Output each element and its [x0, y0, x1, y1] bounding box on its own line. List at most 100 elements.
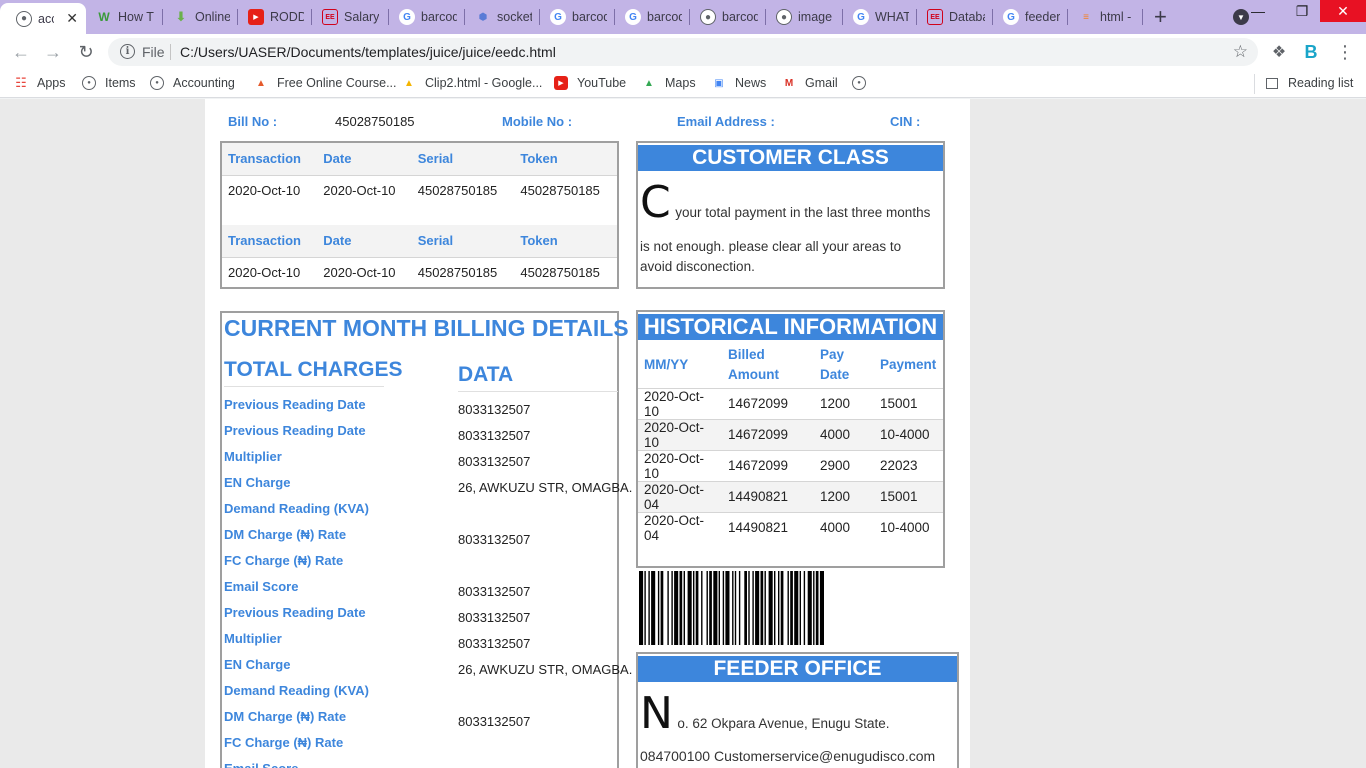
tab-title: barcod: [421, 10, 457, 24]
tab-title: socket: [497, 10, 532, 24]
table-cell: 2020-Oct-10: [222, 256, 318, 287]
browser-tab[interactable]: Gbarcod: [615, 4, 690, 30]
barcode-bar: [755, 571, 760, 645]
globe-icon: ●: [776, 9, 792, 25]
billing-row-value: 8033132507: [458, 714, 531, 729]
barcode-bar: [738, 571, 741, 645]
window-close-icon[interactable]: ✕: [1320, 0, 1366, 22]
bill-no-label: Bill No :: [228, 114, 278, 129]
barcode-bar: [725, 571, 730, 645]
customer-class-box: CUSTOMER CLASS C your total payment in t…: [636, 141, 945, 289]
gmail-icon: M: [784, 77, 794, 89]
eedc-icon: EE: [927, 9, 943, 25]
bookmark-label: Free Online Course...: [277, 76, 397, 90]
browser-tab[interactable]: ≡ html -: [1068, 4, 1143, 30]
socketio-icon: ⬢: [478, 11, 488, 23]
barcode-bar: [671, 571, 673, 645]
info-icon[interactable]: i: [120, 44, 135, 59]
browser-tab[interactable]: ⬇ Online: [163, 4, 238, 30]
tab-title: RODD: [270, 10, 304, 24]
bookmark-item[interactable]: ▲ Clip2.html - Google...: [402, 76, 542, 90]
globe-icon: ●: [700, 9, 716, 25]
history-row: 2020-Oct-04 14490821 4000 10-4000: [638, 511, 943, 543]
barcode-bar: [787, 571, 789, 645]
tab-separator: [1142, 9, 1143, 25]
page-viewport[interactable]: Bill No : 45028750185 Mobile No : Email …: [0, 99, 1366, 768]
table-cell: 14672099: [722, 418, 814, 450]
history-table: MM/YY Billed Amount Pay Date Payment 202…: [638, 342, 943, 543]
url-text[interactable]: C:/Users/UASER/Documents/templates/juice…: [180, 44, 556, 60]
menu-kebab-icon[interactable]: ⋮: [1334, 41, 1356, 63]
browser-tab[interactable]: G WHAT: [843, 4, 917, 30]
table-cell: 1200: [814, 387, 874, 419]
billing-row-label: DM Charge (₦) Rate: [224, 527, 347, 542]
billing-row-value: 8033132507: [458, 428, 531, 443]
table-cell: 2020-Oct-04: [638, 480, 722, 512]
extension-b-icon[interactable]: B: [1300, 41, 1322, 63]
bookmark-item[interactable]: ●: [852, 76, 875, 90]
browser-tab[interactable]: ● acc ✕: [0, 3, 86, 34]
browser-tab[interactable]: ● image: [766, 4, 843, 30]
bookmark-item[interactable]: M Gmail: [782, 76, 838, 90]
browser-tab[interactable]: ⬢ socket: [465, 4, 540, 30]
bookmark-item[interactable]: ● Items: [82, 76, 136, 90]
table-cell: 2020-Oct-04: [638, 511, 722, 543]
table-cell: 10-4000: [874, 418, 943, 450]
browser-tab[interactable]: Gfeeder: [993, 4, 1068, 30]
barcode-bar: [813, 571, 815, 645]
barcode-bar: [732, 571, 734, 645]
bookmarks-bar: Reading list ☷ Apps ● Items ● Accounting ▲ Free…: [0, 70, 1366, 98]
browser-tab[interactable]: W How T: [86, 4, 163, 30]
bookmark-label: News: [735, 76, 767, 90]
table-cell: 14490821: [722, 480, 814, 512]
barcode-bar: [695, 571, 699, 645]
browser-tab[interactable]: EE Databa: [917, 4, 993, 30]
browser-tab[interactable]: Gbarcod: [540, 4, 615, 30]
browser-tab[interactable]: EE Salary: [312, 4, 389, 30]
reload-button[interactable]: ↻: [75, 41, 97, 63]
billing-row-label: Multiplier: [224, 631, 282, 646]
bookmark-label: YouTube: [577, 76, 627, 90]
back-button[interactable]: ←: [10, 41, 32, 63]
table-cell: 14490821: [722, 511, 814, 543]
table-cell: 2020-Oct-10: [317, 174, 412, 205]
barcode-bar: [679, 571, 683, 645]
billing-row-label: Email Score: [224, 761, 298, 768]
bookmark-item[interactable]: ☷ Apps: [14, 75, 66, 90]
bookmark-item[interactable]: ▲ Maps: [642, 76, 696, 90]
extensions-puzzle-icon[interactable]: ❖: [1268, 41, 1290, 63]
google-icon: G: [399, 9, 415, 25]
reading-list-icon: [1266, 77, 1278, 89]
bookmark-item[interactable]: ● Accounting: [150, 76, 235, 90]
history-row: 2020-Oct-04 14490821 1200 15001: [638, 480, 943, 512]
forward-button[interactable]: →: [42, 41, 64, 63]
barcode-bar: [764, 571, 766, 645]
tab-title: How T: [118, 10, 154, 24]
billing-row-label: EN Charge: [224, 475, 291, 490]
restore-icon[interactable]: ❐: [1284, 0, 1320, 22]
close-tab-icon[interactable]: ✕: [66, 11, 78, 25]
history-row: 2020-Oct-10 14672099 4000 10-4000: [638, 418, 943, 450]
minimize-icon[interactable]: —: [1240, 0, 1276, 22]
new-tab-button[interactable]: +: [1154, 6, 1167, 28]
globe-icon: ●: [150, 76, 164, 90]
browser-tab[interactable]: ● barcod: [690, 4, 766, 30]
reading-list-button[interactable]: Reading list: [1266, 76, 1353, 90]
table-cell: 10-4000: [874, 511, 943, 543]
bookmark-item[interactable]: ▲ Free Online Course...: [254, 76, 397, 90]
bookmark-label: Apps: [37, 76, 66, 90]
address-bar[interactable]: i File C:/Users/UASER/Documents/template…: [108, 38, 1258, 66]
feeder-office-box: FEEDER OFFICE N o. 62 Okpara Avenue, Enu…: [636, 652, 959, 768]
bookmark-star-icon[interactable]: ☆: [1233, 42, 1248, 62]
barcode-bar: [815, 571, 819, 645]
barcode-bar: [752, 571, 754, 645]
history-row: 2020-Oct-10 14672099 1200 15001: [638, 387, 943, 419]
bookmark-item[interactable]: ▶ YouTube: [554, 76, 626, 90]
globe-icon: ●: [852, 76, 866, 90]
browser-tab[interactable]: Gbarcod: [389, 4, 465, 30]
barcode-bar: [651, 571, 656, 645]
billing-row-label: Email Score: [224, 579, 299, 594]
barcode-bar: [722, 571, 725, 645]
browser-tab[interactable]: ▶ RODD: [238, 4, 312, 30]
bookmark-item[interactable]: ▣ News: [712, 76, 766, 90]
